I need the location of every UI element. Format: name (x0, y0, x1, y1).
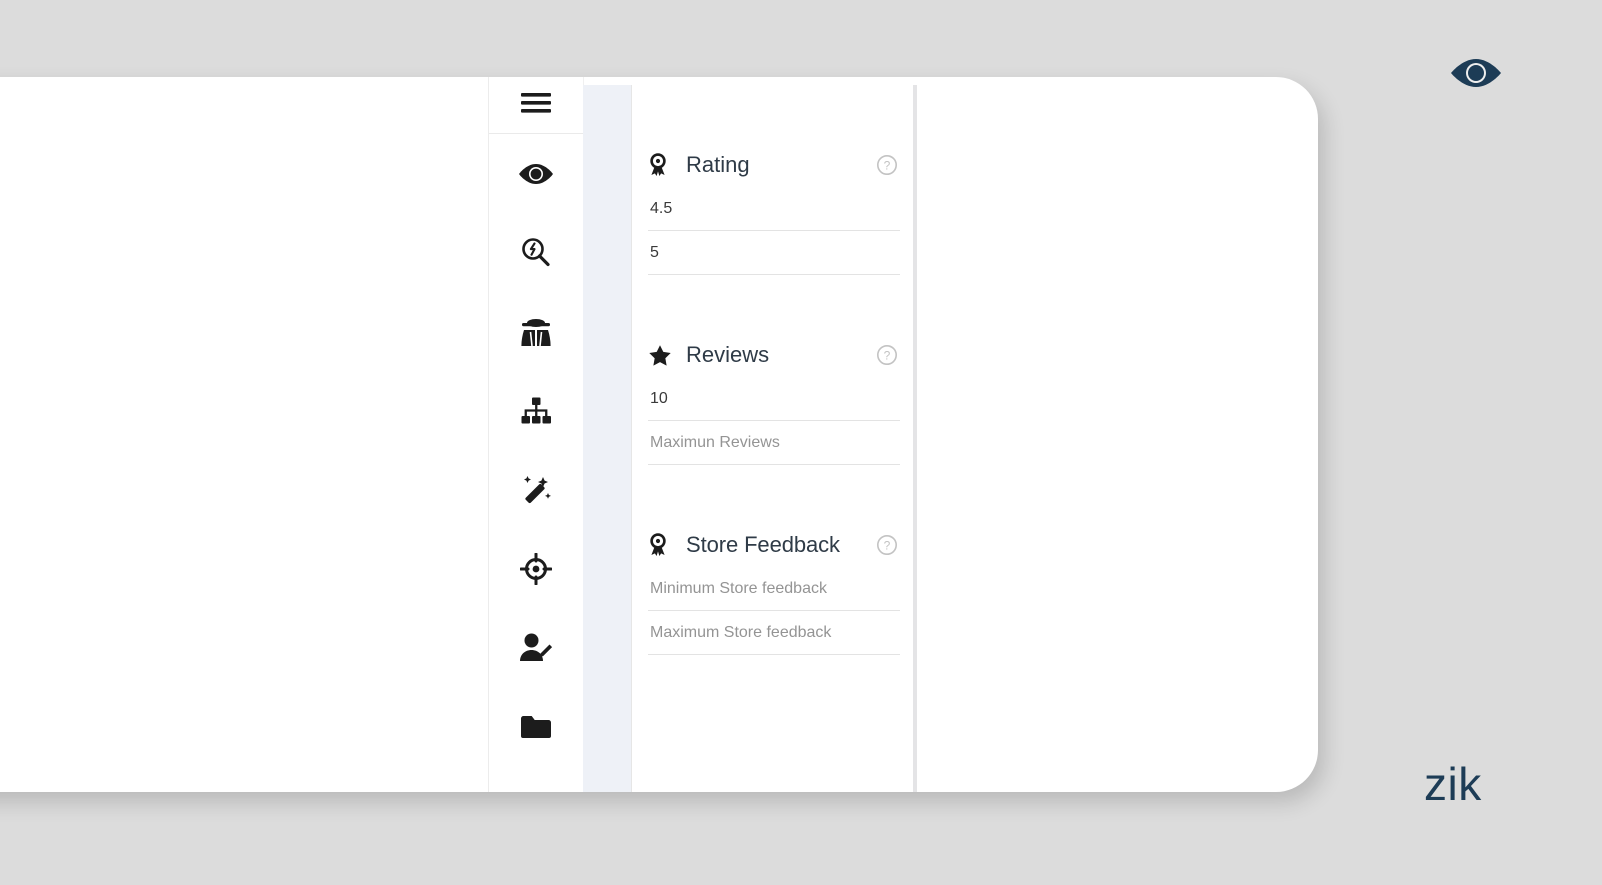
folder-icon (519, 713, 553, 741)
sidebar-item-folders[interactable] (489, 687, 583, 766)
sidebar-item-product-research[interactable] (489, 213, 583, 292)
icon-sidebar (488, 77, 584, 792)
zik-wordmark: zik (1424, 758, 1482, 810)
sidebar-item-listing-optimization[interactable] (489, 450, 583, 529)
eye-logo-icon (1447, 52, 1505, 94)
store-feedback-max-input[interactable] (648, 611, 900, 655)
sidebar-item-category-research[interactable] (489, 371, 583, 450)
crosshair-target-icon (520, 552, 552, 585)
filters-panel: Rating ? Reviews (632, 85, 917, 792)
sitemap-icon (519, 396, 553, 426)
star-icon (648, 344, 674, 367)
hamburger-menu-icon (519, 90, 553, 121)
svg-text:?: ? (884, 538, 891, 552)
sidebar-item-competitor-research[interactable] (489, 292, 583, 371)
magic-wand-icon (519, 473, 553, 507)
help-circle-icon[interactable]: ? (876, 534, 898, 556)
reviews-min-input[interactable] (648, 377, 900, 421)
user-edit-icon (518, 632, 554, 664)
sidebar-item-targeting[interactable] (489, 529, 583, 608)
rating-min-input[interactable] (648, 187, 900, 231)
eye-icon (517, 160, 555, 188)
svg-text:?: ? (884, 348, 891, 362)
filter-group-title: Rating (686, 152, 750, 177)
reviews-max-input[interactable] (648, 421, 900, 465)
filter-group-header: Store Feedback ? (648, 523, 900, 567)
filter-group-title: Reviews (686, 342, 770, 367)
secondary-nav-strip (583, 85, 632, 792)
app-window-card: Rating ? Reviews (0, 77, 1318, 792)
filter-group-header: Rating ? (648, 143, 900, 187)
award-ribbon-icon (648, 153, 674, 177)
svg-text:?: ? (884, 158, 891, 172)
help-circle-icon[interactable]: ? (876, 154, 898, 176)
filter-group-header: Reviews ? (648, 333, 900, 377)
filter-group-title: Store Feedback (686, 532, 840, 557)
filter-group-rating: Rating ? (648, 143, 900, 275)
filter-group-reviews: Reviews ? (648, 333, 900, 465)
filter-group-store-feedback: Store Feedback ? (648, 523, 900, 655)
award-ribbon-icon (648, 533, 674, 557)
spy-icon (519, 316, 553, 348)
sidebar-item-watch[interactable] (489, 134, 583, 213)
sidebar-item-account[interactable] (489, 608, 583, 687)
rating-max-input[interactable] (648, 231, 900, 275)
help-circle-icon[interactable]: ? (876, 344, 898, 366)
sidebar-item-hamburger-menu[interactable] (489, 77, 583, 134)
store-feedback-min-input[interactable] (648, 567, 900, 611)
filters-panel-scrollbar[interactable] (913, 85, 917, 792)
search-plus-icon (519, 236, 553, 270)
